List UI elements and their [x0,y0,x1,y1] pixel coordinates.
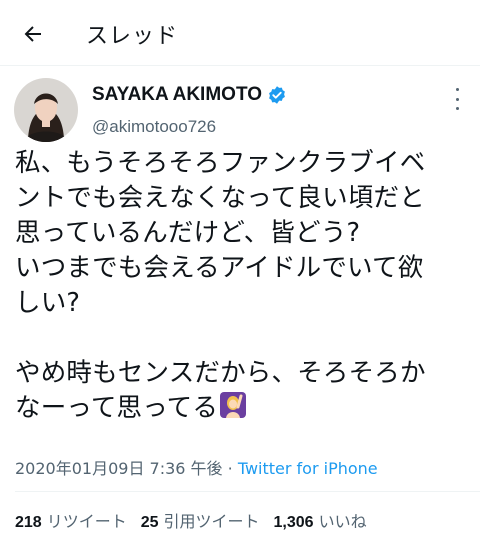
more-dot-icon [455,107,459,110]
tweet-metadata: 2020年01月09日 7:36 午後 · Twitter for iPhone [15,455,378,479]
top-bar: スレッド [0,0,480,66]
tweet-text: 私、もうそろそろファンクラブイベ ントでも会えなくなって良い頃だと 思っているん… [15,146,473,429]
quotes-count: 25 [140,514,159,531]
tweet-line: いつまでも会えるアイドルでいて欲 [15,253,424,283]
retweets-label: リツイート [46,512,127,531]
tweet-line: やめ時もセンスだから、そろそろか [15,358,426,388]
display-name-text: SAYAKA AKIMOTO [92,84,262,105]
author-display-name[interactable]: SAYAKA AKIMOTO [92,84,287,106]
author-handle[interactable]: @akimotooo726 [92,117,216,137]
tweet-line: ントでも会えなくなって良い頃だと [15,183,425,213]
likes-count: 1,306 [273,514,314,531]
tweet-stats: 218 リツイート 25 引用ツイート 1,306 いいね [15,508,367,532]
likes-stat[interactable]: 1,306 いいね [274,508,367,532]
avatar[interactable] [14,78,78,142]
tweet-line: しい? [15,288,81,318]
back-button[interactable] [14,16,52,52]
tweet-line: 私、もうそろそろファンクラブイベ [15,148,426,178]
retweets-stat[interactable]: 218 リツイート [15,508,127,532]
verified-badge-icon [267,85,287,105]
page-title: スレッド [86,24,179,49]
likes-label: いいね [318,512,367,531]
quotes-stat[interactable]: 25 引用ツイート [141,508,260,532]
profile-photo [14,78,78,142]
person-raising-hand-emoji-icon [219,391,247,429]
arrow-left-icon [24,26,41,42]
tweet-line: なーって思ってる [15,393,219,423]
tweet-timestamp[interactable]: 2020年01月09日 7:36 午後 [15,459,223,478]
more-options-button[interactable] [448,88,466,110]
more-dot-icon [455,88,459,91]
more-dot-icon [455,97,459,101]
quotes-label: 引用ツイート [163,512,260,531]
tweet-line: 思っているんだけど、皆どう? [15,218,361,248]
tweet-source-link[interactable]: Twitter for iPhone [238,459,378,478]
divider [15,491,480,492]
retweets-count: 218 [15,514,42,531]
meta-separator: · [227,459,233,478]
